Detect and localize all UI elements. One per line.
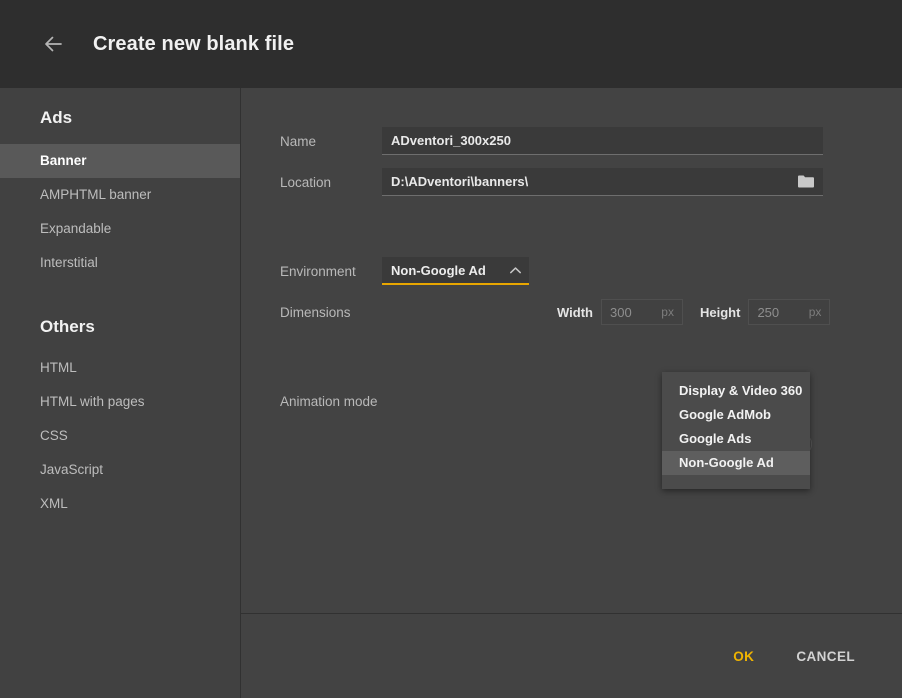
name-input-value: ADventori_300x250	[391, 133, 511, 148]
sidebar-group-title-others: Others	[40, 317, 95, 336]
sidebar-item-label: Interstitial	[40, 255, 98, 270]
page-title: Create new blank file	[93, 32, 295, 55]
sidebar-item-html-with-pages[interactable]: HTML with pages	[0, 385, 240, 419]
form-row-dimensions: Dimensions Width 300 px Height 250 px	[241, 295, 902, 329]
dimensions-label: Dimensions	[280, 304, 351, 320]
sidebar-item-label: HTML with pages	[40, 394, 145, 409]
arrow-left-icon[interactable]	[38, 29, 68, 59]
location-label: Location	[280, 174, 332, 190]
menu-item-non-google-ad[interactable]: Non-Google Ad	[662, 451, 810, 475]
menu-item-google-admob[interactable]: Google AdMob	[662, 403, 810, 427]
environment-select[interactable]: Non-Google Ad	[382, 257, 529, 285]
environment-label: Environment	[280, 263, 356, 279]
width-label: Width	[557, 304, 593, 320]
sidebar-item-label: HTML	[40, 360, 77, 375]
width-input[interactable]: 300 px	[600, 299, 683, 325]
menu-item-label: Google Ads	[679, 431, 752, 446]
menu-item-display-and-video-360[interactable]: Display & Video 360	[662, 379, 810, 403]
location-input-value: D:\ADventori\banners\	[391, 174, 529, 189]
category-sidebar: Ads Banner AMPHTML banner Expandable Int…	[0, 88, 241, 698]
sidebar-item-label: Banner	[40, 153, 87, 168]
form-row-location: Location D:\ADventori\banners\	[241, 165, 902, 199]
sidebar-item-expandable[interactable]: Expandable	[0, 212, 240, 246]
sidebar-item-javascript[interactable]: JavaScript	[0, 453, 240, 487]
dialog-body: Ads Banner AMPHTML banner Expandable Int…	[0, 88, 902, 698]
create-new-blank-file-dialog: Create new blank file Ads Banner AMPHTML…	[0, 0, 902, 698]
location-input[interactable]: D:\ADventori\banners\	[382, 168, 823, 196]
dialog-header: Create new blank file	[0, 0, 902, 88]
environment-selected-value: Non-Google Ad	[391, 262, 486, 278]
chevron-up-icon[interactable]	[509, 264, 521, 276]
name-label: Name	[280, 133, 317, 149]
width-unit-label: px	[661, 305, 674, 319]
animation-mode-label: Animation mode	[280, 393, 378, 409]
sidebar-item-label: Expandable	[40, 221, 112, 236]
dialog-footer: OK CANCEL	[241, 613, 902, 698]
sidebar-item-amphtml-banner[interactable]: AMPHTML banner	[0, 178, 240, 212]
menu-item-label: Non-Google Ad	[679, 455, 774, 470]
sidebar-item-label: CSS	[40, 428, 68, 443]
menu-item-label: Google AdMob	[679, 407, 771, 422]
sidebar-group-others: HTML HTML with pages CSS JavaScript XML	[0, 351, 240, 521]
sidebar-item-interstitial[interactable]: Interstitial	[0, 246, 240, 280]
sidebar-item-banner[interactable]: Banner	[0, 144, 240, 178]
dimensions-group: Width 300 px Height 250 px	[557, 299, 831, 325]
cancel-button[interactable]: CANCEL	[788, 643, 863, 670]
width-input-value: 300	[609, 304, 632, 320]
sidebar-item-label: JavaScript	[40, 462, 104, 477]
sidebar-item-css[interactable]: CSS	[0, 419, 240, 453]
sidebar-group-title-ads: Ads	[40, 108, 73, 127]
sidebar-group-ads: Banner AMPHTML banner Expandable Interst…	[0, 144, 240, 280]
ok-button[interactable]: OK	[725, 643, 762, 670]
name-input[interactable]: ADventori_300x250	[382, 127, 823, 155]
sidebar-item-xml[interactable]: XML	[0, 487, 240, 521]
menu-item-google-ads[interactable]: Google Ads	[662, 427, 810, 451]
height-label: Height	[699, 304, 741, 320]
form-row-name: Name ADventori_300x250	[241, 124, 902, 158]
file-settings-form: Name ADventori_300x250 Location D:\ADven…	[241, 88, 902, 613]
form-row-environment: Environment Non-Google Ad	[241, 254, 902, 288]
menu-item-label: Display & Video 360	[679, 383, 803, 398]
height-unit-label: px	[808, 305, 822, 319]
height-input-value: 250	[757, 304, 780, 320]
sidebar-item-label: XML	[40, 496, 68, 511]
folder-icon[interactable]	[795, 172, 817, 192]
sidebar-item-label: AMPHTML banner	[40, 187, 152, 202]
sidebar-item-html[interactable]: HTML	[0, 351, 240, 385]
environment-dropdown-menu: Display & Video 360 Google AdMob Google …	[662, 372, 810, 489]
height-input[interactable]: 250 px	[748, 299, 831, 325]
